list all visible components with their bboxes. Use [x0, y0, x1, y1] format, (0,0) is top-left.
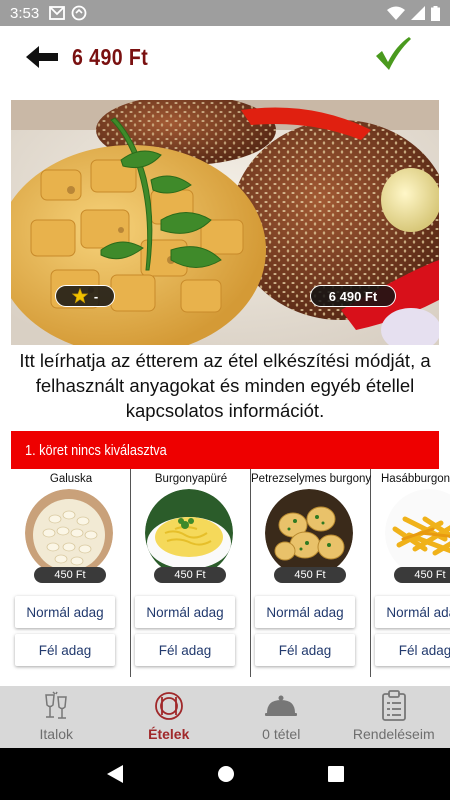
normal-portion-button[interactable]: Normál adag — [375, 596, 450, 628]
side-dish-name: Hasábburgonya — [381, 473, 450, 485]
side-dish-photo — [265, 489, 353, 577]
nav-recents-icon[interactable] — [327, 766, 344, 782]
system-nav-bar — [0, 748, 450, 800]
tab-label: Ételek — [148, 726, 190, 742]
dish-image — [11, 100, 439, 345]
tab-label: Rendeléseim — [352, 726, 435, 742]
side-dish-price: 450 Ft — [154, 567, 226, 583]
rating-value: - — [93, 288, 99, 304]
battery-icon — [431, 5, 440, 21]
side-dish-price: 450 Ft — [34, 567, 106, 583]
drinks-icon — [45, 691, 68, 719]
side-dish-list[interactable]: Galuska 450 Ft Normál adag Fél adag Burg… — [11, 469, 450, 677]
nav-home-icon[interactable] — [217, 765, 235, 783]
gmail-icon — [49, 6, 66, 20]
side-dish-card[interactable]: Hasábburgonya 450 Ft Normál adag Fél ada… — [371, 469, 450, 677]
side-dish-card[interactable]: Petrezselymes burgonya 450 Ft Normál ada… — [251, 469, 371, 677]
signal-icon — [411, 6, 425, 20]
confirm-button[interactable] — [374, 36, 412, 76]
tab-label: Italok — [39, 726, 73, 742]
side-dish-photo — [385, 489, 450, 577]
side-dish-name: Petrezselymes burgonya — [251, 473, 371, 485]
tab-drinks[interactable]: Italok — [0, 686, 113, 748]
side-dish-photo — [25, 489, 113, 577]
half-portion-button[interactable]: Fél adag — [15, 634, 115, 666]
half-portion-button[interactable]: Fél adag — [135, 634, 235, 666]
side-dish-price: 450 Ft — [274, 567, 346, 583]
dish-description: Itt leírhatja az étterem az étel elkészí… — [19, 350, 431, 421]
side-dish-name: Burgonyapüré — [154, 473, 228, 485]
star-icon — [71, 288, 88, 304]
side-dish-header-label: 1. köret nincs kiválasztva — [25, 441, 167, 459]
side-dish-card[interactable]: Galuska 450 Ft Normál adag Fél adag — [11, 469, 131, 677]
side-dish-photo — [145, 489, 233, 577]
tab-food[interactable]: Ételek — [113, 686, 226, 748]
app-header: 6 490 Ft — [0, 26, 450, 88]
side-dish-header[interactable]: 1. köret nincs kiválasztva — [11, 431, 439, 469]
wifi-icon — [387, 6, 405, 20]
dish-photo: - 6 490 Ft — [11, 100, 439, 345]
bottom-tab-bar: Italok Ételek 0 tétel Rendeléseim — [0, 686, 450, 748]
normal-portion-button[interactable]: Normál adag — [15, 596, 115, 628]
checkmark-icon — [376, 37, 411, 70]
food-icon — [154, 692, 183, 720]
side-dish-price: 450 Ft — [394, 567, 450, 583]
half-portion-button[interactable]: Fél adag — [375, 634, 450, 666]
page-title: 6 490 Ft — [72, 43, 149, 70]
nav-back-icon[interactable] — [106, 764, 124, 784]
tab-orders[interactable]: Rendeléseim — [338, 686, 450, 748]
side-dish-name: Galuska — [49, 473, 93, 485]
normal-portion-button[interactable]: Normál adag — [135, 596, 235, 628]
tab-label: 0 tétel — [262, 726, 301, 742]
status-bar: 3:53 — [0, 0, 450, 26]
half-portion-button[interactable]: Fél adag — [255, 634, 355, 666]
sync-icon — [71, 5, 87, 21]
normal-portion-button[interactable]: Normál adag — [255, 596, 355, 628]
rating-badge: - — [55, 285, 115, 307]
arrow-left-icon — [26, 46, 58, 68]
side-dish-card[interactable]: Burgonyapüré 450 Ft Normál adag Fél adag — [131, 469, 251, 677]
tab-cart[interactable]: 0 tétel — [225, 686, 338, 748]
back-button[interactable] — [24, 42, 64, 72]
cloche-icon — [265, 695, 298, 716]
clipboard-icon — [381, 690, 406, 721]
price-badge: 6 490 Ft — [310, 285, 396, 307]
status-time: 3:53 — [10, 4, 40, 22]
